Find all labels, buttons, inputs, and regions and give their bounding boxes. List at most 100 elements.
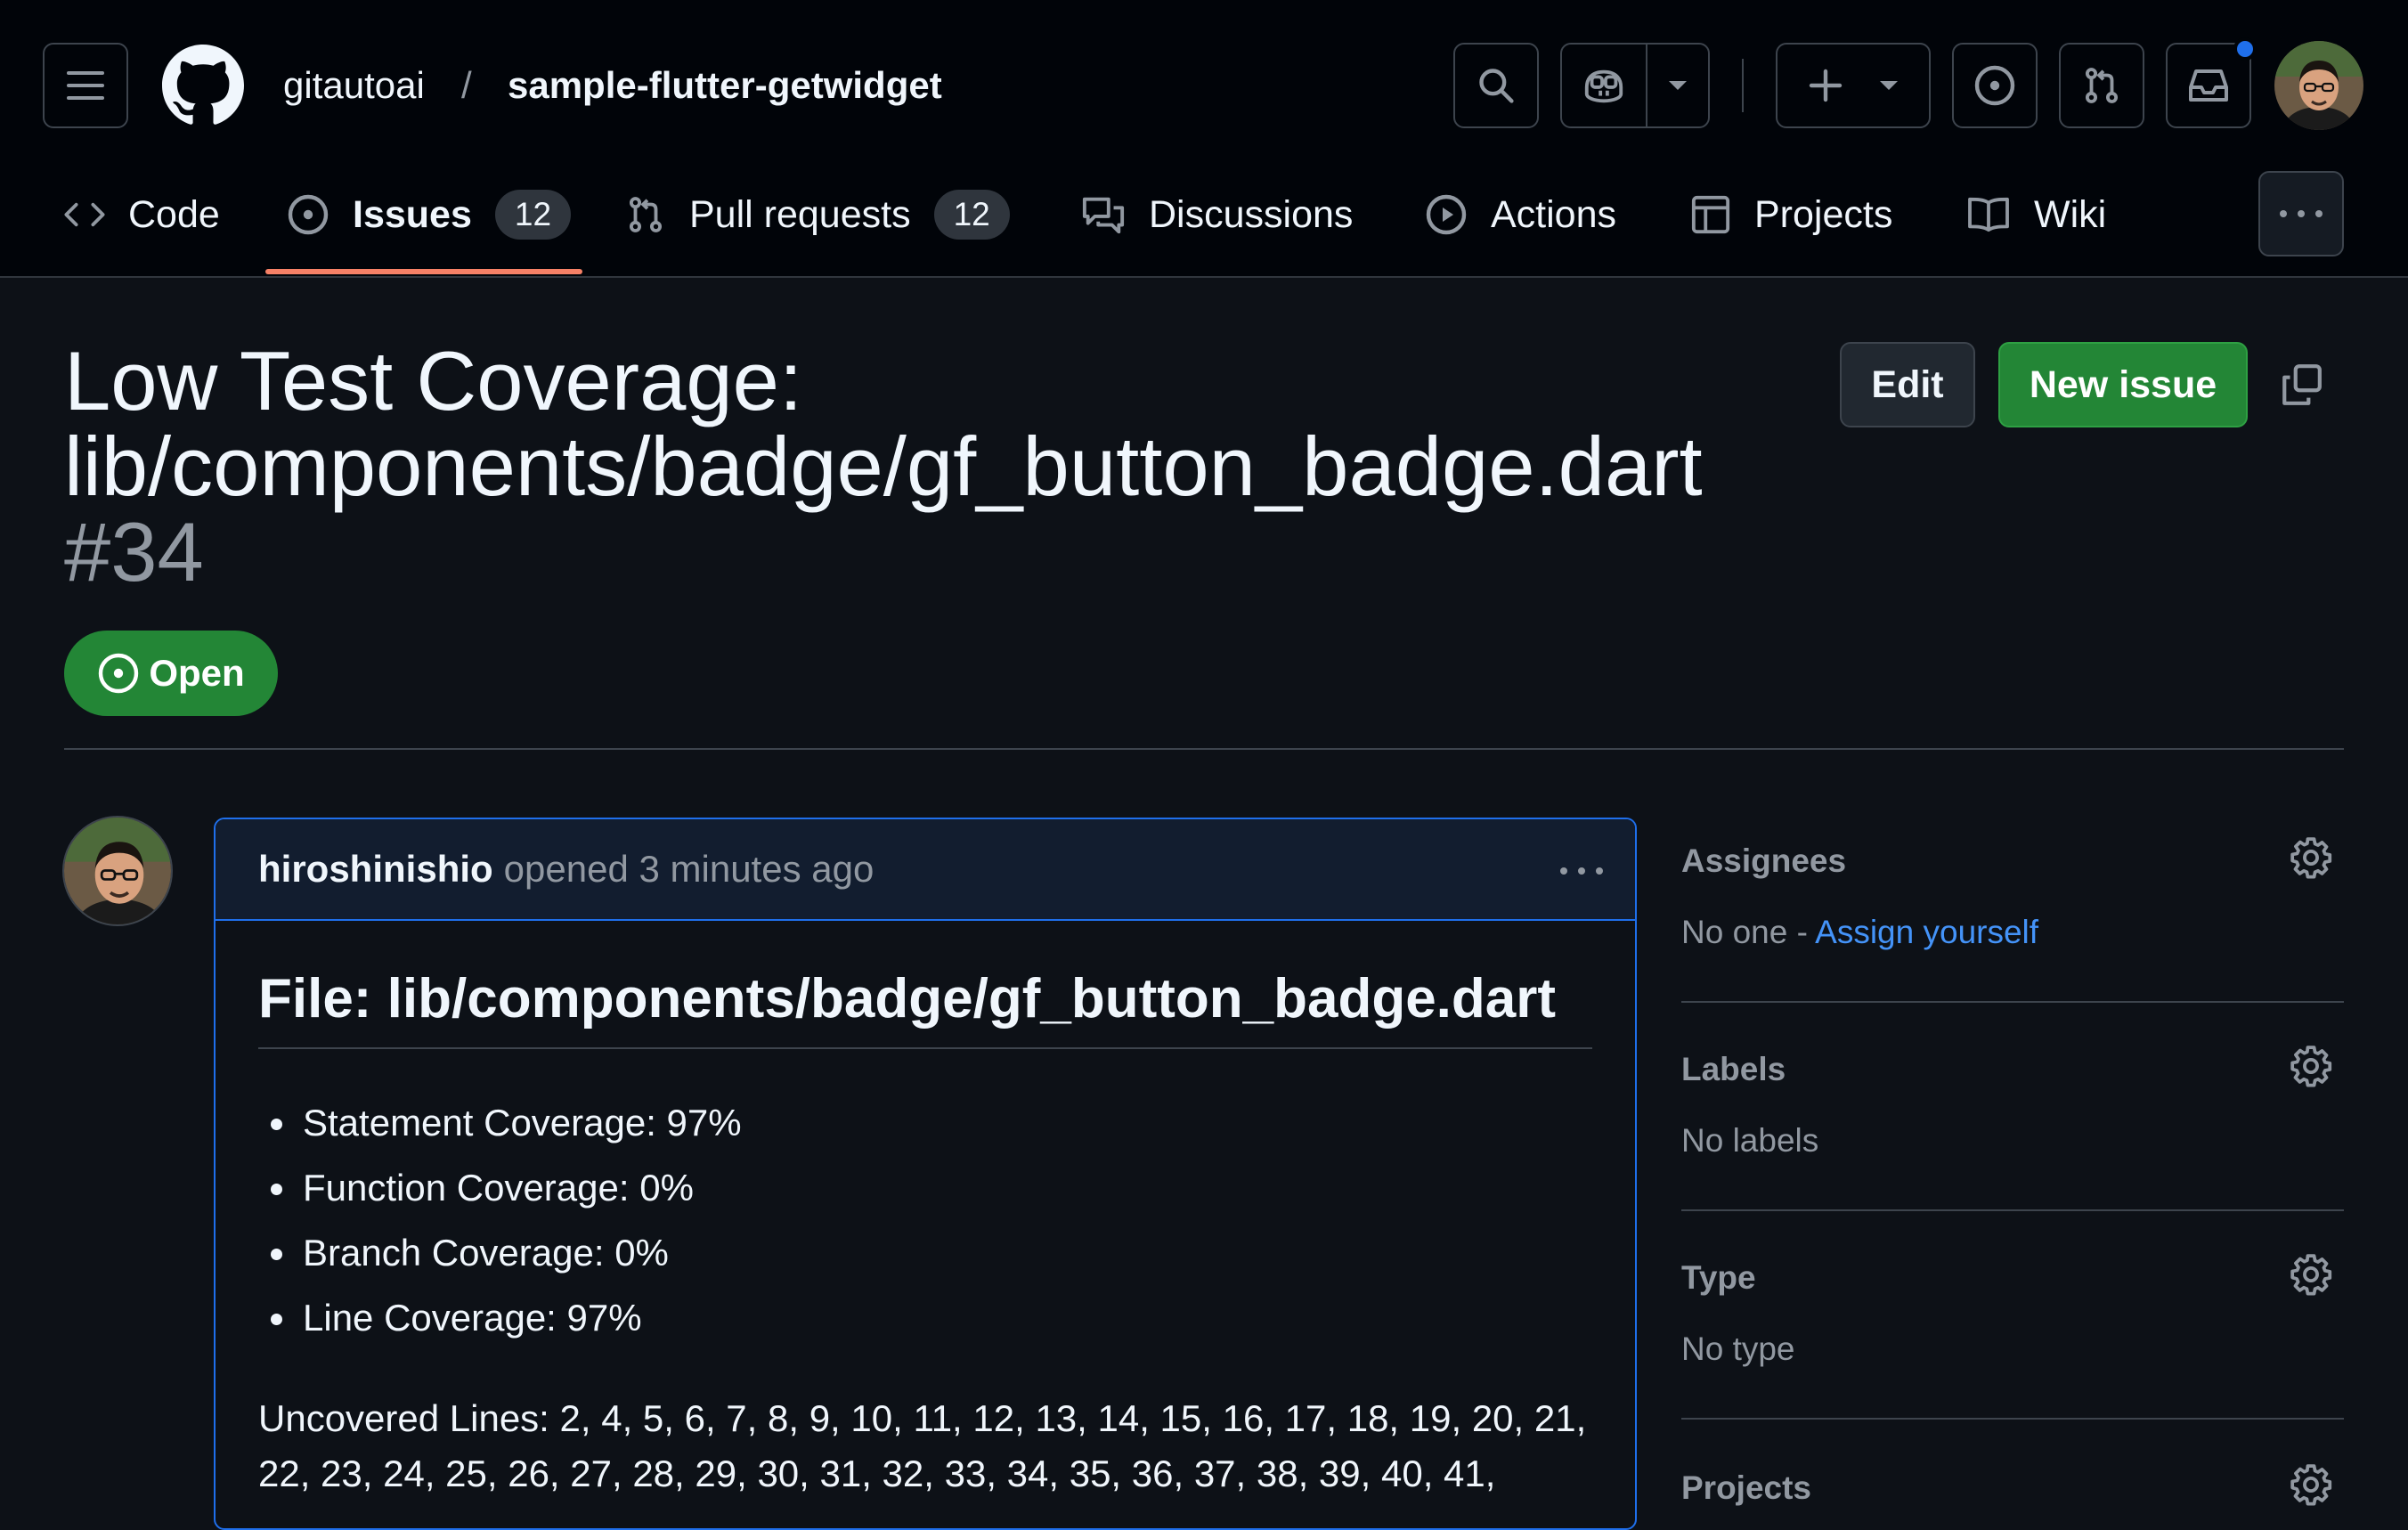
tab-label: Actions <box>1491 192 1617 236</box>
tab-label: Pull requests <box>689 192 911 236</box>
play-icon <box>1426 194 1467 235</box>
comment-heading: File: lib/components/badge/gf_button_bad… <box>258 964 1592 1049</box>
issue-body-comment: hiroshinishio opened 3 minutes ago File:… <box>214 818 1637 1530</box>
gear-icon <box>2290 1046 2332 1087</box>
create-new-button[interactable] <box>1776 43 1931 128</box>
assignees-value: No one - Assign yourself <box>1681 914 2344 951</box>
new-issue-label: New issue <box>2029 362 2217 406</box>
new-issue-button[interactable]: New issue <box>1998 342 2248 427</box>
tab-wiki[interactable]: Wiki <box>1966 178 2106 251</box>
breadcrumb-separator: / <box>461 64 472 106</box>
tab-projects[interactable]: Projects <box>1690 178 1892 251</box>
assignees-none-text: No one - <box>1681 914 1816 950</box>
sidebar-assignees: Assignees No one - Assign yourself <box>1681 837 2344 951</box>
your-pull-requests-button[interactable] <box>2059 43 2144 128</box>
issue-opened-icon <box>1974 65 2015 106</box>
labels-heading: Labels <box>1681 1051 1786 1087</box>
inbox-icon <box>2189 69 2228 102</box>
coverage-list: Statement Coverage: 97% Function Coverag… <box>258 1090 1592 1350</box>
menu-button[interactable] <box>43 43 128 128</box>
code-icon <box>64 202 105 227</box>
git-pull-request-icon <box>2085 68 2119 103</box>
gear-icon <box>2290 1464 2332 1506</box>
search-button[interactable] <box>1453 43 1539 128</box>
assignees-settings-button[interactable] <box>2289 835 2333 884</box>
issues-count-badge: 12 <box>494 190 572 240</box>
author-avatar[interactable] <box>62 816 173 926</box>
plus-icon <box>1809 69 1843 102</box>
edit-title-button[interactable]: Edit <box>1840 342 1975 427</box>
sidebar-labels: Labels No labels <box>1681 1046 2344 1160</box>
sidebar-separator <box>1681 1001 2344 1003</box>
tab-label: Discussions <box>1149 192 1354 236</box>
user-avatar[interactable] <box>2274 41 2363 130</box>
gear-icon <box>2290 837 2332 879</box>
comment-discussion-icon <box>1082 197 1125 234</box>
uncovered-lines: Uncovered Lines: 2, 4, 5, 6, 7, 8, 9, 10… <box>258 1397 1587 1494</box>
tab-label: Wiki <box>2034 192 2107 236</box>
issue-number: #34 <box>64 505 204 598</box>
labels-settings-button[interactable] <box>2289 1044 2333 1093</box>
tab-discussions[interactable]: Discussions <box>1081 178 1353 251</box>
state-label: Open <box>149 652 245 694</box>
github-logo-icon[interactable] <box>162 45 244 126</box>
coverage-item-branch: Branch Coverage: 0% <box>271 1220 1592 1285</box>
copilot-dropdown-button[interactable] <box>1647 45 1708 126</box>
coverage-item-function: Function Coverage: 0% <box>271 1155 1592 1220</box>
header-divider <box>1742 59 1744 112</box>
issue-title-text: Low Test Coverage: lib/components/badge/… <box>64 334 1703 513</box>
repo-owner-link[interactable]: gitautoai <box>283 59 425 112</box>
repo-name-link[interactable]: sample-flutter-getwidget <box>508 59 942 112</box>
notification-dot <box>2233 37 2257 61</box>
your-issues-button[interactable] <box>1952 43 2038 128</box>
copy-icon <box>2282 364 2322 405</box>
comment-timestamp[interactable]: opened 3 minutes ago <box>504 848 875 891</box>
sidebar-type: Type No type <box>1681 1254 2344 1368</box>
header-divider-line <box>64 748 2344 750</box>
copilot-button-group <box>1560 43 1710 128</box>
issue-state-badge: Open <box>64 631 278 716</box>
comment-body: File: lib/components/badge/gf_button_bad… <box>216 921 1635 1502</box>
tab-pull-requests[interactable]: Pull requests 12 <box>625 178 1010 251</box>
triangle-down-icon <box>1880 81 1898 90</box>
comment-author-link[interactable]: hiroshinishio <box>258 848 493 891</box>
coverage-item-line: Line Coverage: 97% <box>271 1285 1592 1350</box>
sidebar-separator <box>1681 1418 2344 1420</box>
coverage-item-statement: Statement Coverage: 97% <box>271 1090 1592 1155</box>
edit-label: Edit <box>1871 362 1944 406</box>
book-icon <box>1968 197 2009 232</box>
triangle-down-icon <box>1669 81 1687 90</box>
tab-actions[interactable]: Actions <box>1425 178 1616 251</box>
pull-requests-count-badge: 12 <box>933 190 1010 240</box>
issue-title: Low Test Coverage: lib/components/badge/… <box>64 338 1810 595</box>
assignees-heading: Assignees <box>1681 842 1847 879</box>
more-tabs-button[interactable] <box>2258 171 2344 256</box>
sidebar-projects: Projects <box>1681 1464 2344 1507</box>
global-header: gitautoai / sample-flutter-getwidget Cod… <box>0 0 2408 278</box>
comment-header: hiroshinishio opened 3 minutes ago <box>216 819 1635 921</box>
issue-opened-icon <box>288 194 329 235</box>
copy-link-button[interactable] <box>2276 360 2326 410</box>
active-tab-underline <box>265 269 582 274</box>
issue-opened-icon <box>99 653 139 694</box>
labels-value: No labels <box>1681 1122 1819 1159</box>
gear-icon <box>2290 1254 2332 1296</box>
type-settings-button[interactable] <box>2289 1252 2333 1301</box>
tab-issues[interactable]: Issues 12 <box>287 178 572 251</box>
search-icon <box>1479 69 1514 103</box>
assign-yourself-link[interactable]: Assign yourself <box>1815 914 2038 950</box>
type-value: No type <box>1681 1331 1795 1367</box>
comment-actions-button[interactable] <box>1555 851 1608 891</box>
tab-label: Code <box>128 192 220 236</box>
type-heading: Type <box>1681 1259 1756 1296</box>
projects-settings-button[interactable] <box>2289 1462 2333 1511</box>
tab-code[interactable]: Code <box>64 178 220 251</box>
copilot-button[interactable] <box>1562 45 1647 126</box>
table-icon <box>1691 195 1730 234</box>
copilot-icon <box>1584 69 1623 103</box>
git-pull-request-icon <box>629 197 663 232</box>
kebab-horizontal-icon <box>1560 867 1603 875</box>
kebab-horizontal-icon <box>2280 210 2323 217</box>
hamburger-icon <box>67 71 104 100</box>
tab-label: Issues <box>353 192 472 236</box>
